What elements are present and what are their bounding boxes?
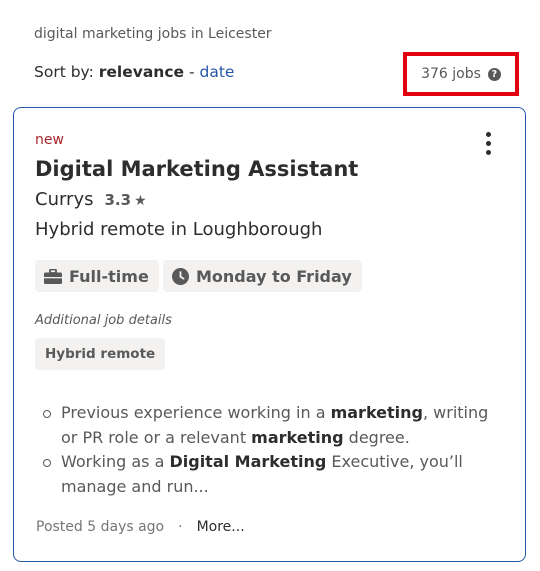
- job-count: 376 jobs: [421, 66, 481, 82]
- sort-date-link[interactable]: date: [200, 63, 235, 81]
- snippet-item: Previous experience working in a marketi…: [40, 401, 490, 450]
- tag-schedule: Monday to Friday: [163, 260, 362, 292]
- job-title[interactable]: Digital Marketing Assistant: [35, 157, 358, 181]
- sort-separator: -: [188, 63, 195, 81]
- more-options-icon[interactable]: [481, 132, 495, 158]
- tag-label: Monday to Friday: [196, 266, 352, 286]
- search-title: digital marketing jobs in Leicester: [34, 26, 272, 42]
- company-name[interactable]: Currys: [35, 189, 94, 210]
- card-footer: Posted 5 days ago · More...: [36, 519, 245, 535]
- footer-separator: ·: [178, 519, 183, 535]
- new-badge: new: [35, 132, 64, 148]
- job-card[interactable]: new Digital Marketing Assistant Currys 3…: [13, 107, 526, 562]
- sort-label: Sort by:: [34, 63, 94, 81]
- tag-label: Full-time: [69, 266, 149, 286]
- additional-details-label: Additional job details: [35, 313, 172, 328]
- star-icon: ★: [134, 193, 147, 209]
- more-link[interactable]: More...: [197, 519, 245, 535]
- briefcase-icon: [44, 268, 62, 284]
- tag-job-type: Full-time: [35, 260, 159, 292]
- job-snippet: Previous experience working in a marketi…: [40, 401, 490, 499]
- help-icon[interactable]: ?: [487, 67, 501, 81]
- clock-icon: [172, 267, 189, 285]
- tag-hybrid-remote: Hybrid remote: [35, 338, 166, 370]
- company-row: Currys 3.3 ★: [35, 189, 147, 210]
- snippet-item: Working as a Digital Marketing Executive…: [40, 450, 490, 499]
- job-location: Hybrid remote in Loughborough: [35, 219, 323, 240]
- job-count-highlight: 376 jobs ?: [403, 52, 519, 96]
- company-rating: 3.3: [104, 191, 132, 209]
- sort-relevance: relevance: [98, 63, 185, 81]
- posted-date: Posted 5 days ago: [36, 519, 165, 535]
- sort-row: Sort by: relevance - date: [34, 63, 234, 81]
